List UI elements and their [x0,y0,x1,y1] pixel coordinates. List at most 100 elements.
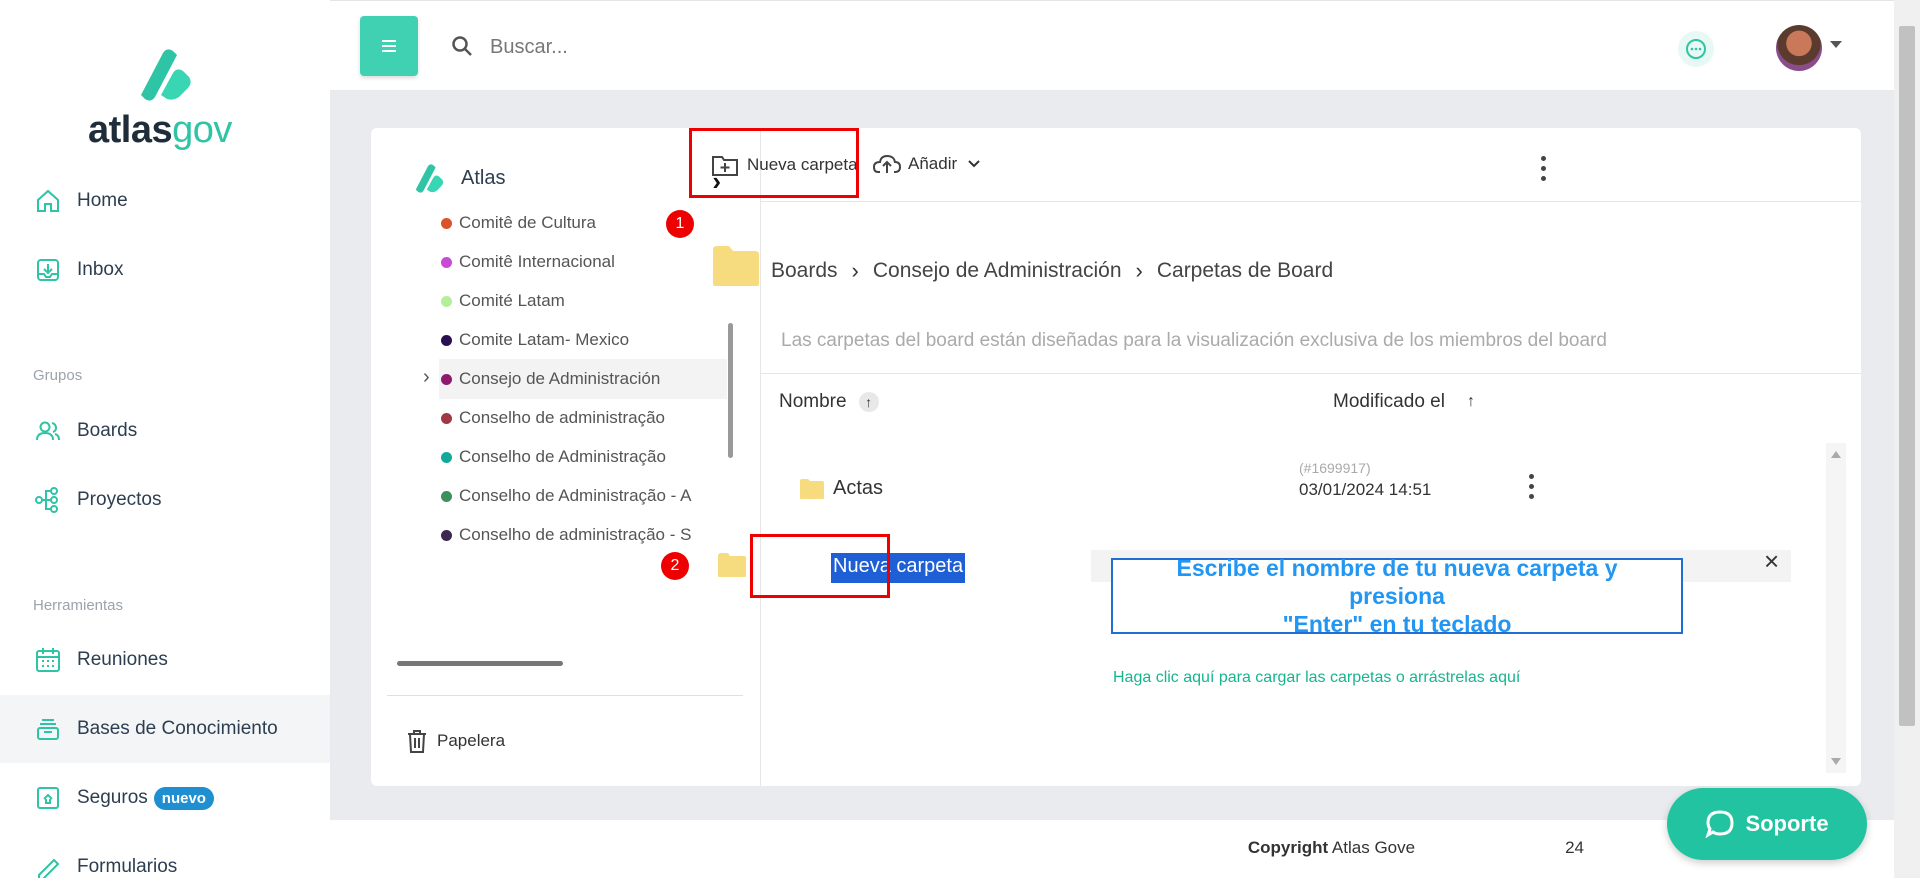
chevron-right-icon[interactable]: › [423,366,430,389]
row-options-icon[interactable] [1527,474,1535,499]
nav-proyectos-label: Proyectos [77,489,162,510]
color-dot [441,217,452,229]
tree-item[interactable]: Comite Latam- Mexico [441,320,723,360]
close-icon[interactable]: × [1764,546,1779,577]
hint-line-2: "Enter" en tu teclado [1282,611,1512,637]
top-bar [330,0,1894,90]
folder-icon [800,478,824,499]
home-icon [33,186,63,216]
more-options-icon[interactable] [1539,156,1547,181]
color-dot [441,373,452,385]
stack-icon [33,714,63,744]
color-dot [441,490,452,502]
add-button[interactable]: Añadir [872,152,981,176]
form-icon [33,852,63,878]
nav-proyectos[interactable]: Proyectos [0,466,330,534]
scroll-up-icon[interactable] [1831,451,1841,458]
page-scrollbar[interactable] [1894,0,1920,878]
tree-item-label: Conselho de Administração [459,447,666,466]
tree-item[interactable]: Conselho de Administração - A [441,476,723,516]
support-button[interactable]: Soporte [1667,788,1867,860]
scroll-down-icon[interactable] [1831,758,1841,765]
color-dot [441,256,452,268]
trash-label: Papelera [437,731,506,750]
divider [761,201,1861,202]
tree-item[interactable]: Comitê Internacional [441,242,723,282]
tree-item[interactable]: Conselho de administração - S [441,515,723,555]
atlasgov-logo[interactable]: atlasgov [88,45,243,155]
new-badge: nuevo [153,786,214,810]
groups-section-label: Grupos [33,367,83,384]
main-area: Atlas › Comitê de Cultura Comitê Interna… [330,0,1894,878]
folder-icon [718,553,746,577]
scrollbar-thumb[interactable] [1899,26,1915,726]
chevron-down-icon [968,160,980,168]
upload-drop-hint[interactable]: Haga clic aquí para cargar las carpetas … [1113,669,1520,687]
folder-icon [713,246,759,286]
users-icon [33,416,63,446]
atlasgov-wordmark: atlasgov [88,109,232,151]
tree-horizontal-scrollbar[interactable] [397,661,563,666]
nav-seguros-label: Seguros [77,787,148,808]
chevron-right-icon: › [1135,258,1143,283]
folder-description: Las carpetas del board están diseñadas p… [781,330,1607,351]
calendar-icon [33,645,63,675]
atlas-logo-icon [415,164,444,193]
tree-root-label: Atlas [461,166,506,189]
nav-inbox[interactable]: Inbox [0,236,330,304]
tree-root-atlas[interactable]: Atlas › [411,158,731,198]
search-input[interactable] [490,29,990,65]
step-1-badge: 1 [666,210,694,238]
safe-icon [33,783,63,813]
tree-item-label: Conselho de administração - S [459,525,692,544]
nav-home-label: Home [77,190,128,211]
tree-item[interactable]: Conselho de administração [441,398,723,438]
tree-item-label: Conselho de administração [459,408,666,427]
search-icon [452,36,472,56]
nav-inbox-label: Inbox [77,259,124,280]
sidebar: atlasgov Home Inbox Grupos Boards Proyec… [0,0,330,878]
chat-icon[interactable] [1678,31,1714,67]
highlight-box [689,128,859,198]
row-name-label: Actas [833,477,884,499]
sort-arrow-icon[interactable]: ↑ [858,392,879,412]
tree-item[interactable]: Conselho de Administração [441,437,723,477]
add-label: Añadir [908,154,958,173]
breadcrumb-item[interactable]: Consejo de Administración [873,259,1122,283]
chevron-right-icon: › [851,258,859,283]
nav-seguros[interactable]: Seguros nuevo [0,764,330,832]
nodes-icon [33,485,63,515]
tree-item-label: Comite Latam- Mexico [459,330,630,349]
copyright-text: Copyright Atlas Gove 24 [1247,838,1584,857]
breadcrumb-item[interactable]: Boards [771,259,838,283]
chevron-down-icon[interactable] [1830,41,1842,48]
column-name-label: Nombre [779,391,847,412]
nav-boards[interactable]: Boards [0,397,330,465]
column-modified-header[interactable]: Modificado el ↑ [1333,391,1475,413]
nav-reuniones[interactable]: Reuniones [0,626,330,694]
user-avatar[interactable] [1776,25,1822,71]
list-scrollbar[interactable] [1826,443,1846,773]
breadcrumb: Boards › Consejo de Administración › Car… [771,258,1333,284]
inbox-icon [33,255,63,285]
tree-vertical-scrollbar[interactable] [728,323,733,458]
tree-item-selected[interactable]: Consejo de Administración [439,359,727,399]
tree-item-label: Conselho de Administração - A [459,486,692,505]
documents-card: Atlas › Comitê de Cultura Comitê Interna… [371,128,1861,786]
nav-bases-conocimiento[interactable]: Bases de Conocimiento [0,695,330,763]
menu-toggle-button[interactable] [360,16,418,76]
tree-item-label: Comitê Internacional [459,252,615,271]
nav-formularios-label: Formularios [77,856,178,877]
tree-item[interactable]: Comité Latam [441,281,723,321]
footer: Copyright Atlas Gove 24 [330,820,1894,878]
nav-reuniones-label: Reuniones [77,649,168,670]
nav-formularios[interactable]: Formularios [0,833,330,878]
color-dot [441,529,452,541]
column-name-header[interactable]: Nombre ↑ [779,391,879,413]
nav-home[interactable]: Home [0,167,330,235]
trash-link[interactable]: Papelera [405,728,505,754]
tree-item-label: Comitê de Cultura [459,213,597,232]
table-row[interactable]: Actas [799,477,883,500]
sort-arrow-icon[interactable]: ↑ [1467,393,1475,411]
breadcrumb-item[interactable]: Carpetas de Board [1157,259,1333,283]
